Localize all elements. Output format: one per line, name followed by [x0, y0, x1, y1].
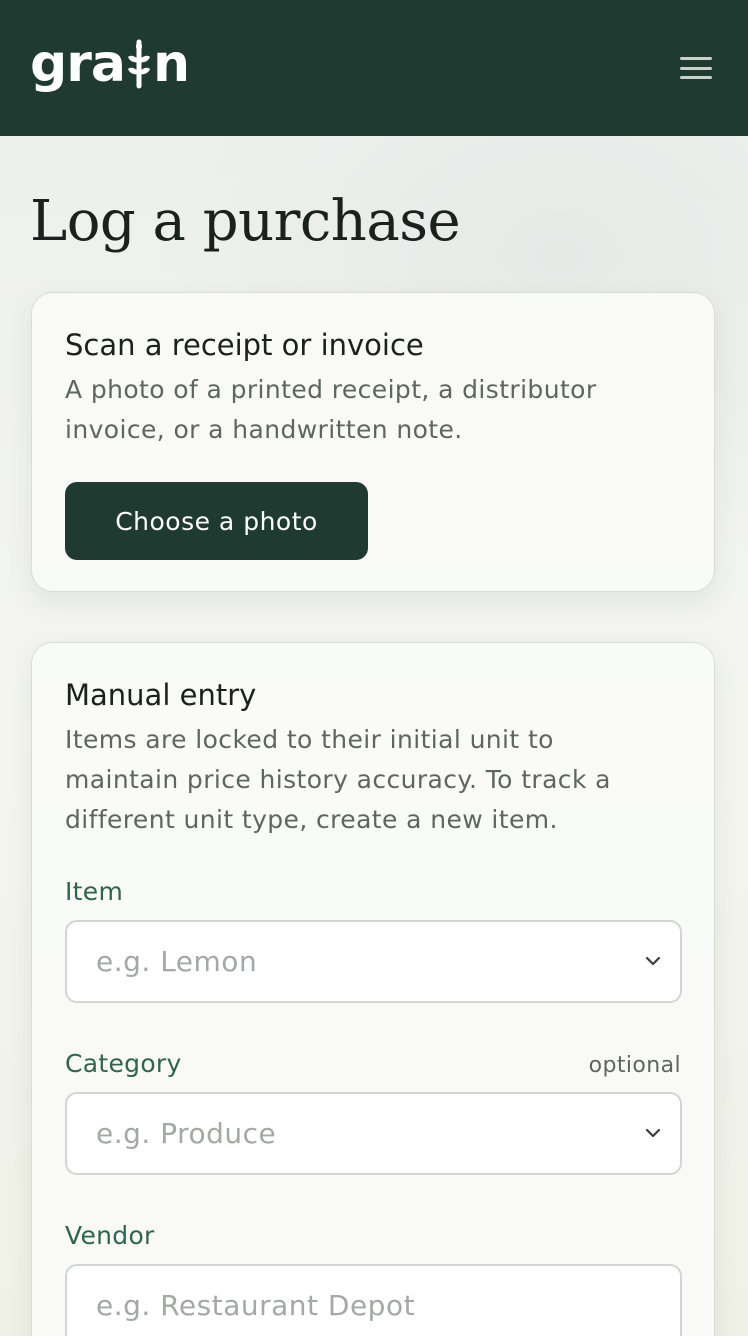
- menu-line: [680, 57, 712, 60]
- scan-receipt-card: Scan a receipt or invoice A photo of a p…: [31, 292, 715, 592]
- wheat-icon: [127, 39, 150, 89]
- manual-card-description-line: Items are locked to their initial unit t…: [65, 725, 554, 754]
- logo-text-left: gra: [30, 34, 126, 94]
- vendor-input[interactable]: e.g. Restaurant Depot: [65, 1264, 682, 1336]
- item-select[interactable]: e.g. Lemon: [65, 920, 682, 1003]
- logo-text-right: n: [152, 34, 190, 94]
- choose-photo-button[interactable]: Choose a photo: [65, 482, 368, 560]
- vendor-placeholder: e.g. Restaurant Depot: [96, 1289, 416, 1322]
- menu-line: [680, 66, 712, 70]
- scan-card-description-line: invoice, or a handwritten note.: [65, 415, 463, 444]
- manual-card-description-line: maintain price history accuracy. To trac…: [65, 765, 611, 794]
- category-select[interactable]: e.g. Produce: [65, 1092, 682, 1175]
- category-label: Category: [65, 1049, 182, 1078]
- page-title: Log a purchase: [30, 189, 461, 254]
- grain-logo[interactable]: gra n: [30, 34, 190, 94]
- item-label: Item: [65, 877, 124, 906]
- manual-card-description-line: different unit type, create a new item.: [65, 805, 558, 834]
- menu-line: [680, 76, 712, 79]
- manual-card-title: Manual entry: [65, 678, 257, 712]
- manual-entry-card: Manual entry Items are locked to their i…: [31, 642, 715, 1336]
- scan-card-title: Scan a receipt or invoice: [65, 328, 424, 362]
- scan-card-description-line: A photo of a printed receipt, a distribu…: [65, 375, 597, 404]
- category-optional-hint: optional: [588, 1053, 681, 1078]
- top-nav-bar: gra n: [0, 0, 748, 136]
- item-placeholder: e.g. Lemon: [96, 945, 258, 978]
- hamburger-menu-icon[interactable]: [676, 52, 716, 84]
- category-placeholder: e.g. Produce: [96, 1117, 277, 1150]
- chevron-down-icon: [645, 956, 661, 966]
- chevron-down-icon: [645, 1128, 661, 1138]
- vendor-label: Vendor: [65, 1221, 155, 1250]
